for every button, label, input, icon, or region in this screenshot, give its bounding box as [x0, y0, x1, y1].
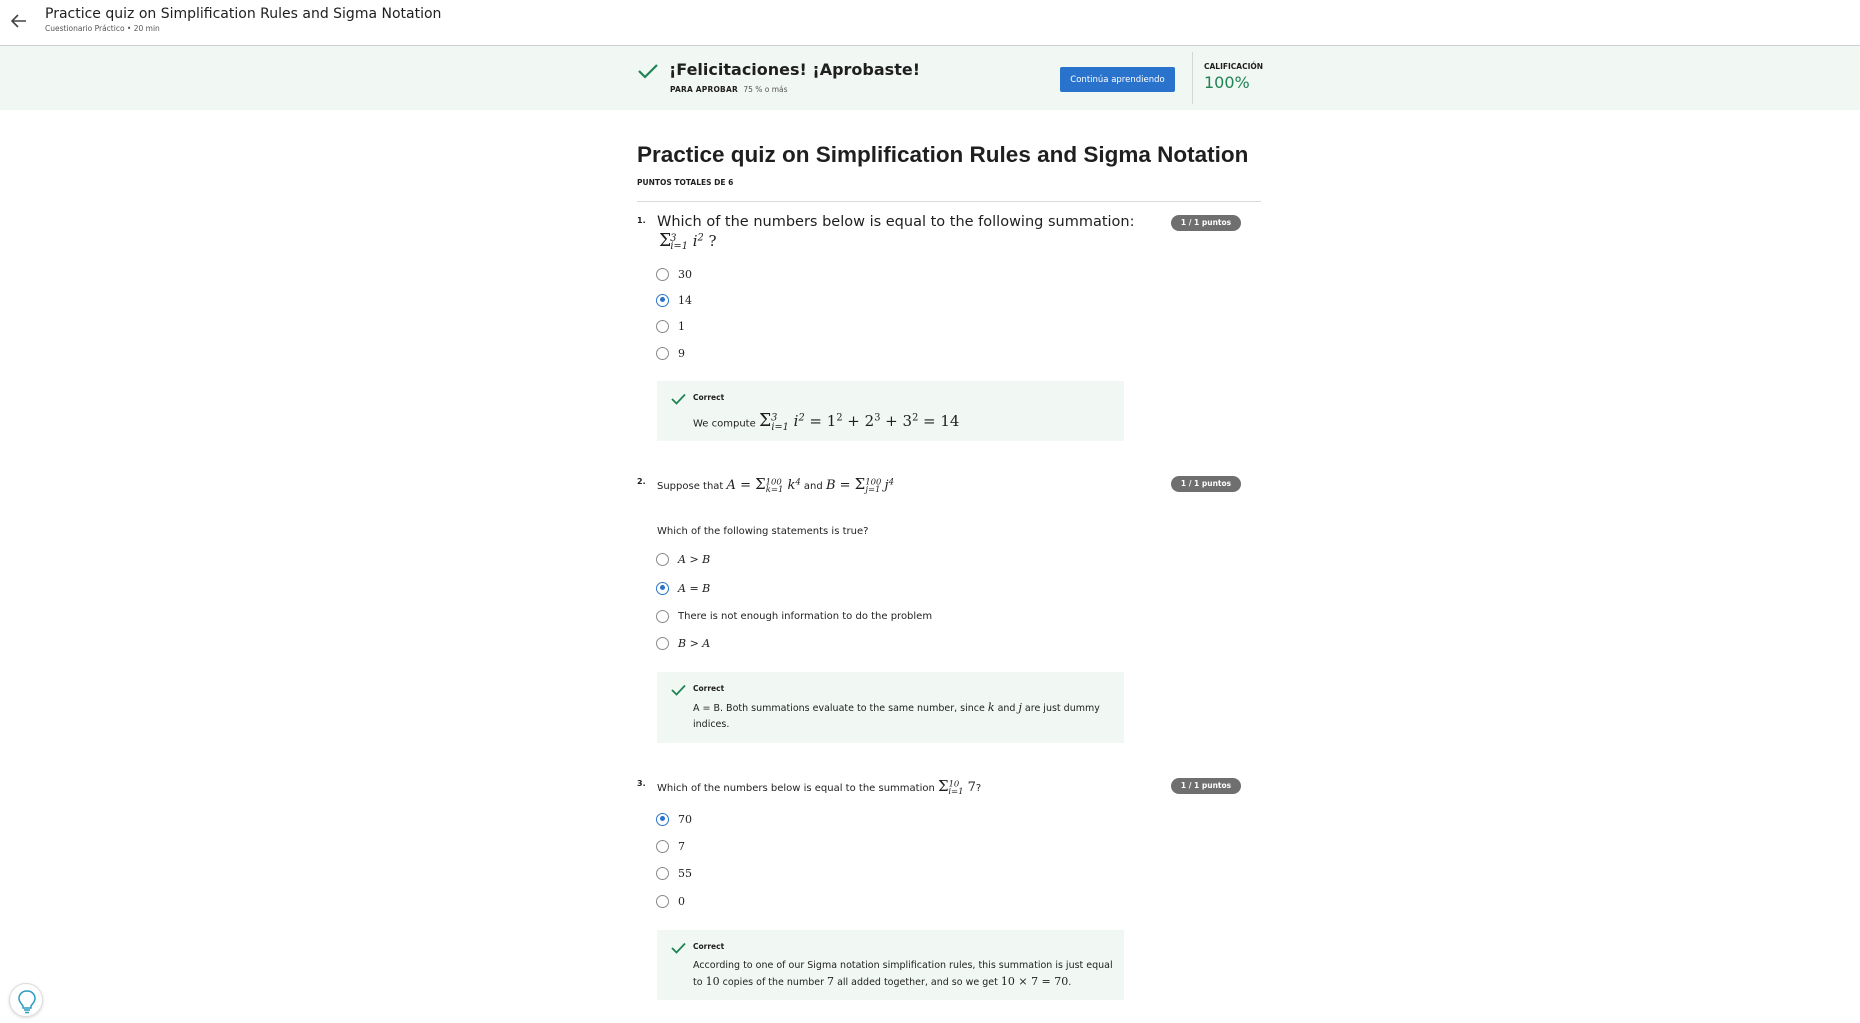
radio-button[interactable] [656, 866, 669, 880]
hint-button[interactable] [9, 983, 43, 1017]
question-text-prefix: Suppose that [657, 481, 724, 492]
option-label: B > A [678, 636, 711, 650]
option-label: 0 [678, 894, 685, 908]
option-label: 55 [678, 866, 692, 880]
radio-button-selected[interactable] [656, 293, 669, 307]
continue-learning-button[interactable]: Continúa aprendiendo [1060, 67, 1175, 92]
question-subtext: Which of the following statements is tru… [657, 526, 869, 537]
question-formula: Σ3i=1 i2 ? [659, 231, 717, 253]
pass-banner: ¡Felicitaciones! ¡Aprobaste! PARA APROBA… [0, 46, 1860, 110]
radio-button[interactable] [656, 346, 669, 360]
option-label: 14 [678, 293, 692, 307]
feedback-box: Correct According to one of our Sigma no… [657, 930, 1124, 1000]
feedback-text-c: all added together, and so we get [837, 977, 998, 988]
pass-threshold-label: PARA APROBAR [670, 85, 738, 94]
radio-button[interactable] [656, 319, 669, 333]
feedback-text-and: and [997, 703, 1016, 714]
option-label: There is not enough information to do th… [678, 610, 933, 622]
top-bar: Practice quiz on Simplification Rules an… [0, 0, 1860, 46]
question-text-main: Which of the numbers below is equal to t… [657, 783, 935, 794]
points-badge: 1 / 1 puntos [1171, 778, 1241, 794]
option-label: A > B [678, 552, 711, 566]
check-icon [671, 393, 686, 405]
lightbulb-icon [18, 990, 36, 1014]
pass-message: ¡Felicitaciones! ¡Aprobaste! [669, 60, 920, 79]
radio-button[interactable] [656, 552, 669, 566]
question-text-and: and [803, 481, 823, 492]
feedback-title: Correct [693, 942, 725, 951]
radio-button[interactable] [656, 609, 669, 623]
feedback-text: A = B. Both summations evaluate to the s… [693, 701, 1100, 730]
question-number: 1. [637, 216, 646, 225]
pass-threshold-value: 75 % o más [743, 85, 788, 94]
page-title: Practice quiz on Simplification Rules an… [637, 142, 1249, 167]
feedback-text: According to one of our Sigma notation s… [693, 960, 1113, 988]
grade-label: CALIFICACIÓN [1204, 62, 1264, 71]
radio-button[interactable] [656, 839, 669, 853]
divider [637, 201, 1261, 202]
total-points: PUNTOS TOTALES DE 6 [637, 178, 734, 187]
back-button[interactable] [8, 10, 30, 32]
arrow-left-icon [10, 14, 26, 28]
points-badge: 1 / 1 puntos [1171, 215, 1241, 231]
option-label: A = B [678, 581, 711, 595]
option-label: 9 [678, 346, 685, 360]
feedback-title: Correct [693, 684, 725, 693]
option-label: 70 [678, 812, 692, 826]
feedback-text-a: A = B. Both summations evaluate to the s… [693, 703, 985, 714]
answer-option[interactable]: A = B [656, 579, 710, 597]
answer-option[interactable]: 0 [656, 892, 685, 910]
check-icon [638, 64, 658, 79]
option-label: 1 [678, 319, 685, 333]
answer-option[interactable]: B > A [656, 634, 710, 652]
feedback-box: Correct We compute Σ3i=1 i2 = 12 + 23 + … [657, 381, 1124, 441]
radio-button-selected[interactable] [656, 581, 669, 595]
banner-divider [1192, 52, 1193, 104]
feedback-text-main: We compute [693, 418, 756, 430]
pass-threshold: PARA APROBAR 75 % o más [670, 85, 788, 94]
feedback-text-b: copies of the number [722, 977, 824, 988]
quiz-meta: Cuestionario Práctico • 20 min [45, 24, 160, 33]
check-icon [671, 942, 686, 954]
answer-option[interactable]: There is not enough information to do th… [656, 607, 932, 625]
feedback-box: Correct A = B. Both summations evaluate … [657, 672, 1124, 743]
feedback-title: Correct [693, 393, 725, 402]
answer-option[interactable]: 14 [656, 291, 692, 309]
answer-option[interactable]: 9 [656, 344, 685, 362]
feedback-text: We compute Σ3i=1 i2 = 12 + 23 + 32 = 14 [693, 411, 960, 433]
option-label: 30 [678, 267, 692, 281]
answer-option[interactable]: A > B [656, 550, 710, 568]
question-text: Which of the numbers below is equal to t… [657, 777, 982, 796]
answer-option[interactable]: 30 [656, 265, 692, 283]
points-badge: 1 / 1 puntos [1171, 476, 1241, 492]
option-label: 7 [678, 839, 685, 853]
course-title: Practice quiz on Simplification Rules an… [45, 6, 442, 22]
grade-value: 100% [1204, 73, 1250, 92]
radio-button[interactable] [656, 894, 669, 908]
question-number: 2. [637, 477, 646, 486]
question-text: Suppose that A = Σ100k=1 k4 and B = Σ100… [657, 475, 894, 494]
answer-option[interactable]: 7 [656, 837, 685, 855]
answer-option[interactable]: 70 [656, 810, 692, 828]
answer-option[interactable]: 1 [656, 317, 685, 335]
answer-option[interactable]: 55 [656, 864, 692, 882]
question-text-main: Which of the numbers below is equal to t… [657, 214, 1135, 230]
question-text: Which of the numbers below is equal to t… [657, 214, 1135, 230]
check-icon [671, 684, 686, 696]
question-number: 3. [637, 779, 646, 788]
radio-button[interactable] [656, 267, 669, 281]
radio-button-selected[interactable] [656, 812, 669, 826]
radio-button[interactable] [656, 636, 669, 650]
